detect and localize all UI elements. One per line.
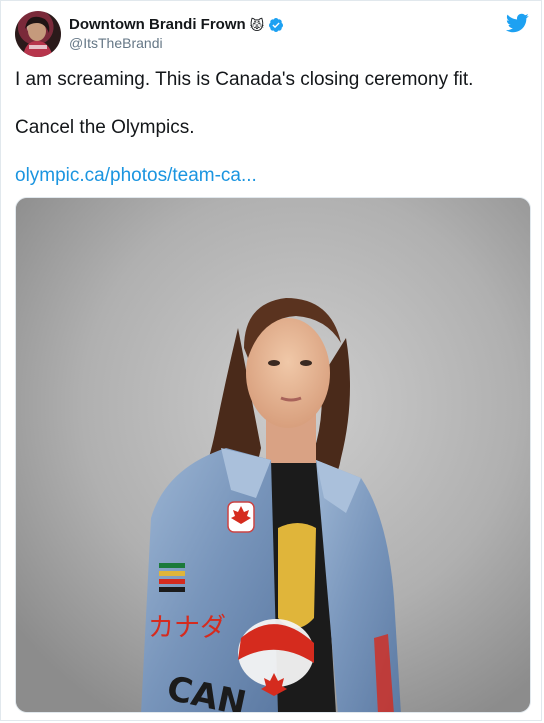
tweet-text-line: Cancel the Olympics. [15, 117, 195, 138]
display-name[interactable]: Downtown Brandi Frown [69, 16, 246, 35]
tweet-card[interactable]: Downtown Brandi Frown 😾 @ItsTheBrandi I … [0, 0, 542, 721]
avatar[interactable] [15, 11, 61, 57]
jacket-japanese-text: カナダ [148, 613, 226, 643]
pouting-cat-emoji: 😾 [249, 16, 265, 33]
tweet-header: Downtown Brandi Frown 😾 @ItsTheBrandi [15, 11, 284, 57]
verified-badge-icon [269, 18, 284, 33]
tweet-photo[interactable]: カナダ CAN [15, 197, 531, 713]
twitter-bird-icon[interactable] [505, 11, 529, 35]
tweet-text-line: I am screaming. This is Canada's closing… [15, 69, 474, 90]
tweet-link[interactable]: olympic.ca/photos/team-ca... [15, 165, 257, 186]
user-handle[interactable]: @ItsTheBrandi [69, 35, 284, 53]
tweet-text: I am screaming. This is Canada's closing… [15, 67, 525, 189]
